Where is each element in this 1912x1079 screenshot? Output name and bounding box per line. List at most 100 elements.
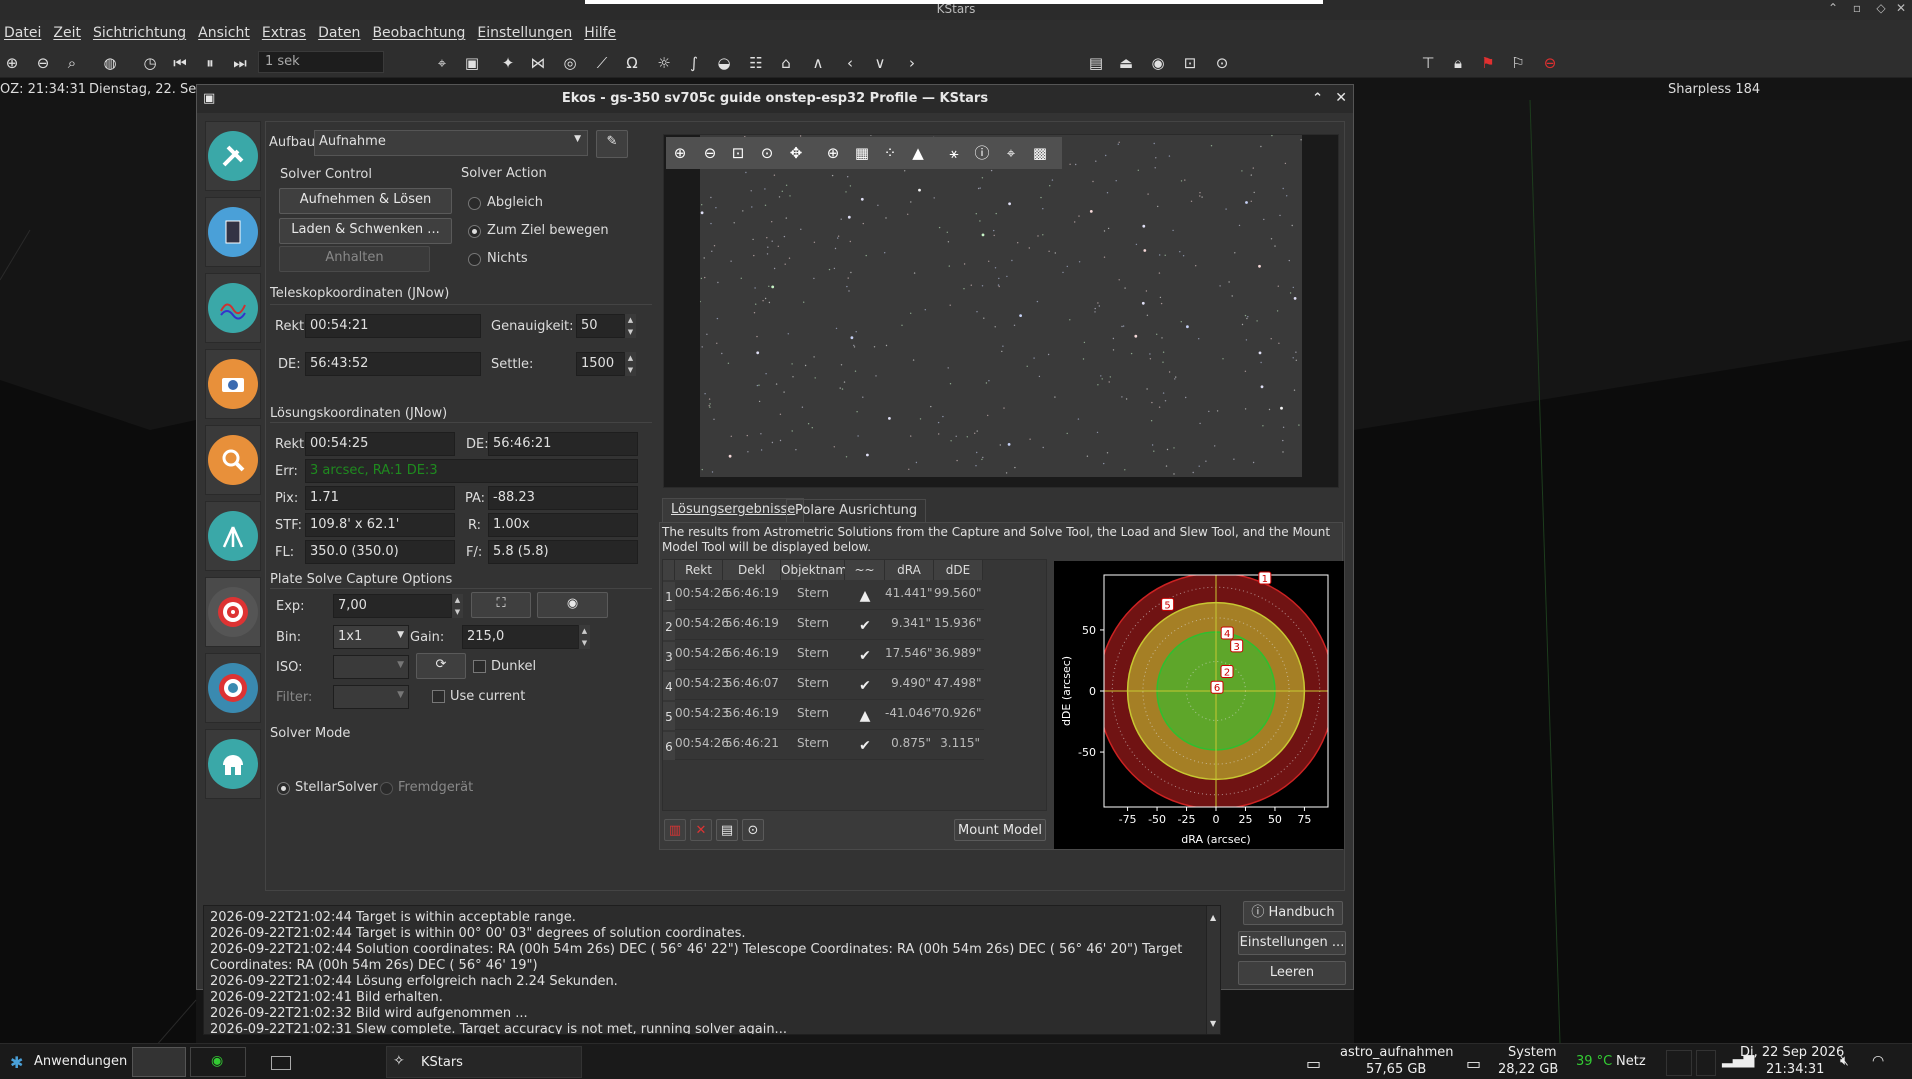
constellation-icon[interactable]: ⋈: [528, 53, 548, 73]
table-row[interactable]: 1 00:54:26 56:46:19 Stern ▲ 41.441" 99.560": [663, 582, 984, 610]
menu-0[interactable]: Datei: [2, 25, 43, 41]
task-kstars[interactable]: ✧ KStars: [386, 1046, 582, 1078]
show-desktop-icon[interactable]: [271, 1056, 291, 1070]
results-table[interactable]: Rekt Dekl Objektname ~~ dRA dDE 1 00:54:26 56:46…: [662, 559, 1047, 811]
stop-button[interactable]: Anhalten: [279, 246, 430, 272]
drive-icon[interactable]: ▭: [1306, 1054, 1321, 1073]
save-icon[interactable]: ▤: [1086, 53, 1106, 73]
grid-icon[interactable]: ☷: [746, 53, 766, 73]
save-results-icon[interactable]: ▤: [716, 819, 738, 841]
app-menu-icon[interactable]: ▣: [203, 85, 215, 112]
step-forward-icon[interactable]: ⏭: [230, 53, 250, 73]
step-back-icon[interactable]: ⏮: [170, 53, 190, 73]
capture-module-button[interactable]: [205, 349, 261, 419]
filter-select[interactable]: ▼: [333, 685, 409, 709]
left-icon[interactable]: ‹: [840, 53, 860, 73]
grid-icon[interactable]: ▦: [852, 143, 872, 163]
exp-spinbox[interactable]: 7,00: [333, 594, 463, 618]
setup-select[interactable]: Aufnahme ▼: [314, 130, 588, 156]
edit-setup-button[interactable]: ✎: [596, 130, 628, 158]
apps-menu-icon[interactable]: ✱: [10, 1053, 23, 1072]
reset-button[interactable]: ⟳: [416, 653, 466, 679]
remote-radio[interactable]: [380, 782, 393, 795]
settle-stepper[interactable]: ▲ ▼: [624, 352, 636, 376]
zoom-fit-icon[interactable]: ⊡: [728, 143, 748, 163]
preview-button[interactable]: ◉: [537, 592, 608, 618]
analyze-module-button[interactable]: [205, 273, 261, 343]
galaxy-icon[interactable]: ◎: [560, 53, 580, 73]
mount-model-button[interactable]: Mount Model: [954, 819, 1046, 841]
right-icon[interactable]: ›: [902, 53, 922, 73]
hips-icon[interactable]: ▩: [1030, 143, 1050, 163]
scheduler-module-button[interactable]: [205, 197, 261, 267]
zoom-out-icon[interactable]: ⊖: [33, 53, 53, 73]
ground-icon[interactable]: ◒: [714, 53, 734, 73]
down-icon[interactable]: ∨: [870, 53, 890, 73]
column-header[interactable]: Dekl: [723, 560, 781, 580]
objects-icon[interactable]: ⚹: [944, 143, 964, 163]
menu-6[interactable]: Beobachtung: [370, 25, 467, 41]
search-icon[interactable]: ⊙: [1212, 53, 1232, 73]
milky-way-icon[interactable]: ∫: [684, 53, 704, 73]
accuracy-stepper[interactable]: ▲ ▼: [624, 314, 636, 338]
fov-icon[interactable]: ⊡: [1180, 53, 1200, 73]
load-slew-button[interactable]: Laden & Schwenken ...: [279, 218, 452, 244]
menu-8[interactable]: Hilfe: [582, 25, 618, 41]
table-row[interactable]: 6 00:54:26 56:46:21 Stern ✔ 0.875" 3.115": [663, 732, 984, 760]
focus-module-button[interactable]: [205, 425, 261, 495]
workspace-1[interactable]: [132, 1047, 186, 1077]
menu-4[interactable]: Extras: [260, 25, 308, 41]
flag-red-icon[interactable]: ⚑: [1478, 53, 1498, 73]
drive-icon[interactable]: ▭: [1466, 1054, 1481, 1073]
clear-log-button[interactable]: Leeren: [1238, 961, 1346, 985]
zoom-in-icon[interactable]: ⊕: [670, 143, 690, 163]
menu-2[interactable]: Sichtrichtung: [91, 25, 188, 41]
flag-icon[interactable]: ⚐: [1508, 53, 1528, 73]
table-row[interactable]: 3 00:54:26 56:46:19 Stern ✔ 17.546" 36.989": [663, 642, 984, 670]
apps-menu-label[interactable]: Anwendungen: [34, 1054, 127, 1069]
eye-icon[interactable]: ◉: [1148, 53, 1168, 73]
column-header[interactable]: Objektname: [781, 560, 854, 580]
menu-1[interactable]: Zeit: [51, 25, 83, 41]
zoom-default-icon[interactable]: ⊙: [757, 143, 777, 163]
workspace-2[interactable]: ◉: [190, 1047, 246, 1077]
help-button[interactable]: ⓘ Handbuch: [1243, 901, 1343, 925]
menu-3[interactable]: Ansicht: [196, 25, 252, 41]
clock-icon[interactable]: ◷: [140, 53, 160, 73]
info-icon[interactable]: ⓘ: [972, 143, 992, 163]
maximize-icon[interactable]: ◇: [1872, 1, 1890, 15]
menu-5[interactable]: Daten: [316, 25, 362, 41]
column-header[interactable]: dDE: [934, 560, 983, 580]
restore-icon[interactable]: ▫: [1848, 1, 1866, 15]
align-module-button[interactable]: [205, 577, 261, 647]
zoom-out-icon[interactable]: ⊖: [700, 143, 720, 163]
up-icon[interactable]: ∧: [808, 53, 828, 73]
stellarsolver-radio[interactable]: [277, 782, 290, 795]
frame-button[interactable]: ⛶: [471, 592, 531, 618]
stars-icon[interactable]: ✦: [498, 53, 518, 73]
solution-scatter-chart[interactable]: -75 -50 -25 0 25 50 75 50 0 -50 dRA (arcsec) dDE (a…: [1054, 561, 1344, 849]
tab-solution-results[interactable]: Lösungsergebnisse: [662, 498, 805, 522]
names-icon[interactable]: Ω: [622, 53, 642, 73]
log-area[interactable]: 2026-09-22T21:02:44 Target is within acc…: [203, 905, 1221, 1035]
zoom-results-icon[interactable]: ⊙: [742, 819, 764, 841]
table-row[interactable]: 4 00:54:23 56:46:07 Stern ✔ 9.490" 47.498": [663, 672, 984, 700]
gain-spinbox[interactable]: 215,0: [462, 625, 590, 649]
clear-icon[interactable]: ✕: [690, 819, 712, 841]
exp-stepper[interactable]: ▲ ▼: [451, 594, 463, 618]
telescope-tb-icon[interactable]: ⏏: [1116, 53, 1136, 73]
star-field-image[interactable]: [700, 135, 1302, 477]
stop-icon[interactable]: ⊖: [1540, 53, 1560, 73]
capture-solve-button[interactable]: Aufnehmen & Lösen: [279, 188, 452, 214]
target-icon[interactable]: ⌖: [432, 53, 452, 73]
observatory-module-button[interactable]: [205, 729, 261, 799]
guide-module-button[interactable]: [205, 653, 261, 723]
dark-checkbox[interactable]: [473, 660, 486, 673]
crosshair-icon[interactable]: ⊕: [823, 143, 843, 163]
iso-select[interactable]: ▼: [333, 655, 409, 679]
minimize-icon[interactable]: ⌃: [1824, 1, 1842, 15]
column-header[interactable]: dRA: [885, 560, 934, 580]
wifi-icon[interactable]: ◠: [1872, 1053, 1884, 1069]
lines-icon[interactable]: ⟋: [592, 53, 612, 73]
delete-icon[interactable]: ▥: [664, 819, 686, 841]
